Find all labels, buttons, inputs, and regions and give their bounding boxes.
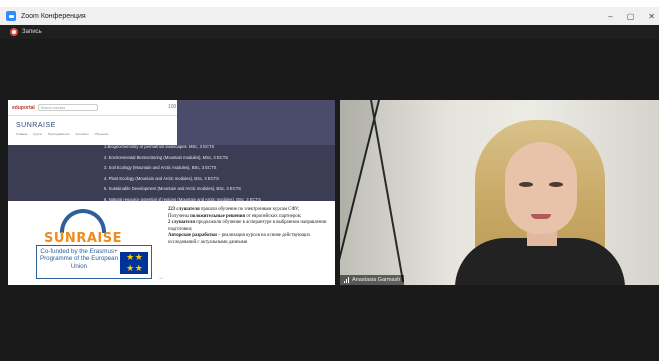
maximize-button[interactable]: ▢ xyxy=(627,12,635,21)
participant-video-tile[interactable]: Anastasia Garmash xyxy=(340,100,659,285)
sun-arc-icon xyxy=(60,209,106,233)
erasmus-text: Co-funded by the Erasmus+ Programme of t… xyxy=(39,248,119,270)
window-title: Zoom Конференция xyxy=(21,12,86,20)
close-button[interactable]: ✕ xyxy=(648,12,655,21)
site-logo: eduportal xyxy=(12,104,35,111)
sunraise-wordmark: SUNRAISE xyxy=(44,231,122,246)
ru-bold: 223 слушателя xyxy=(168,207,200,212)
recording-bar: Запись xyxy=(0,25,659,39)
site-nav-item: Курсы xyxy=(33,132,42,136)
ru-text: Получены xyxy=(168,213,191,219)
participant-person xyxy=(455,120,635,285)
course-item: 5. Sustainable Development (Mountain and… xyxy=(104,186,242,192)
shared-browser: eduportal Search courses SUNRAISE Главна… xyxy=(8,100,199,145)
site-search: Search courses xyxy=(37,104,98,111)
site-nav-item: Преподаватели xyxy=(47,132,70,136)
browser-bar: eduportal Search courses xyxy=(8,100,177,116)
desktop-strip xyxy=(0,0,659,7)
site-nav: Главная Курсы Преподаватели Контакты Обу… xyxy=(16,132,177,136)
slide-lower-panel: SUNRAISE Co-funded by the Erasmus+ Progr… xyxy=(8,201,335,285)
recording-label[interactable]: Запись xyxy=(22,29,42,35)
course-item: 4. Plant Ecology (Mountain and Arctic mo… xyxy=(104,175,219,181)
shared-screen-tile[interactable]: eduportal Search courses SUNRAISE Главна… xyxy=(8,100,335,285)
russian-results-text: 223 слушателя прошли обучение по электро… xyxy=(168,207,333,247)
zoom-level: 100 xyxy=(168,104,177,110)
course-item: 3. Soil Ecology (Mountain and Arctic mod… xyxy=(104,165,217,171)
ru-bold: положительные решения xyxy=(190,213,246,219)
ru-bold: Авторские разработки xyxy=(168,233,217,239)
site-nav-item: Контакты xyxy=(75,132,89,136)
slide-header-band xyxy=(177,100,335,145)
sunraise-logo: SUNRAISE xyxy=(40,209,126,247)
erasmus-badge: Co-funded by the Erasmus+ Programme of t… xyxy=(36,245,152,279)
course-item: 2. Environmental Biomonitoring (Mountain… xyxy=(104,154,229,160)
site-nav-item: Главная xyxy=(16,132,28,136)
title-bar: Zoom Конференция – ▢ ✕ xyxy=(0,7,659,25)
record-icon xyxy=(10,28,18,36)
participant-name: Anastasia Garmash xyxy=(352,277,401,283)
eu-flag-icon: ★ ★ ★ ★ xyxy=(120,252,148,274)
ru-text: прошли обучение по электронным курсам СФ… xyxy=(199,207,300,212)
signal-icon xyxy=(344,277,349,283)
ru-text: от европейских партнеров; xyxy=(245,213,302,219)
course-item: 1.Biogeochemistry of permafrost landscap… xyxy=(104,144,215,149)
ru-bold: 2 слушателя xyxy=(168,220,195,226)
site-name: SUNRAISE xyxy=(16,122,56,129)
zoom-app-icon xyxy=(6,11,16,21)
participant-name-bar: Anastasia Garmash xyxy=(340,275,405,285)
course-list: 1.Biogeochemistry of permafrost landscap… xyxy=(104,142,334,206)
zoom-window: Zoom Конференция – ▢ ✕ Запись eduportal … xyxy=(0,0,659,361)
site-nav-item: Обучение xyxy=(94,132,109,136)
arrow-icon: → xyxy=(158,275,164,281)
window-controls: – ▢ ✕ xyxy=(608,7,655,25)
minimize-button[interactable]: – xyxy=(608,12,612,21)
